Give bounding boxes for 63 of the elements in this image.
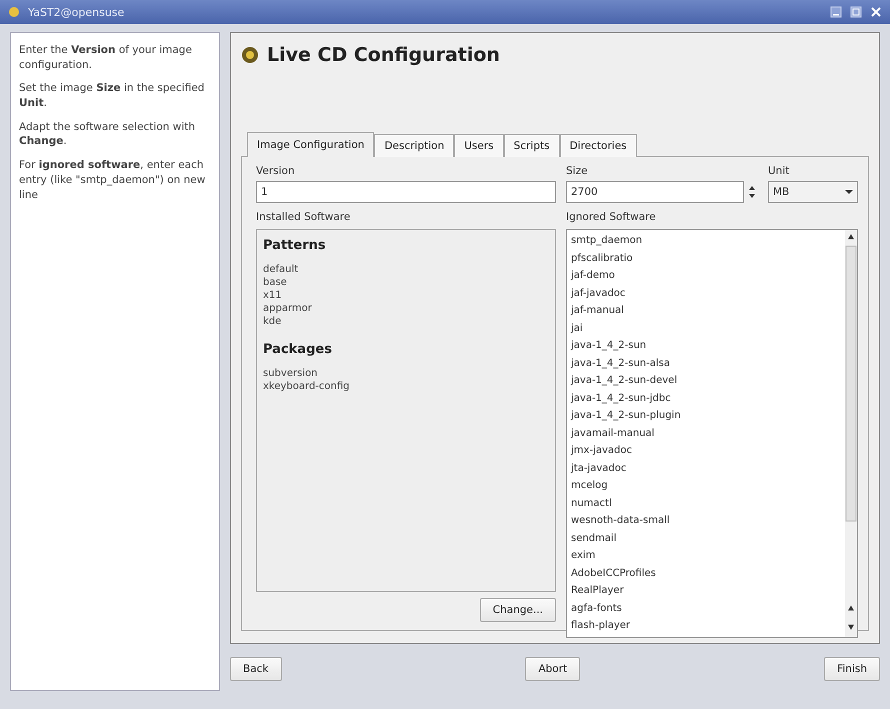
section-title: Patterns	[263, 238, 327, 253]
close-icon[interactable]	[870, 6, 882, 18]
window-title: YaST2@opensuse	[28, 6, 126, 18]
maximize-icon[interactable]	[850, 6, 862, 18]
help-text: Adapt the software selection with Change.	[19, 120, 196, 150]
software-item: wesnoth-data-small	[571, 514, 671, 528]
software-item: base	[263, 276, 288, 289]
version-field[interactable]: 1	[256, 181, 556, 203]
page-heading: Live CD Configuration	[267, 44, 500, 66]
software-item: java-1_4_2-sun-plugin	[571, 409, 682, 423]
software-item: java-1_4_2-sun	[571, 339, 648, 353]
tab[interactable]: Directories	[560, 134, 637, 157]
help-text: For ignored software, enter each entry (like "smtp_daemon") on new line	[19, 158, 206, 202]
tab[interactable]: Users	[454, 134, 504, 157]
tab[interactable]: Image Configuration	[247, 132, 374, 157]
field-label: Unit	[768, 165, 790, 177]
software-item: xkeyboard-config	[263, 380, 351, 393]
ignored-software-field[interactable]	[566, 229, 858, 638]
software-item: numactl	[571, 496, 613, 510]
software-item: AdobeICCProfiles	[571, 566, 657, 580]
app-icon	[8, 6, 20, 18]
section-label: Installed Software	[256, 211, 352, 223]
software-item: RealPlayer	[571, 584, 625, 598]
software-item: javamail-manual	[571, 426, 656, 440]
software-item: jai	[571, 322, 584, 336]
field-label: Version	[256, 165, 296, 177]
software-item: default	[263, 263, 300, 276]
minimize-icon[interactable]	[830, 6, 842, 18]
software-item: java-1_4_2-sun-alsa	[571, 356, 671, 370]
size-field[interactable]: 2700	[566, 181, 744, 203]
software-item: jaf-manual	[571, 304, 625, 318]
software-item: pfscalibratio	[571, 252, 634, 266]
software-item: exim	[571, 549, 596, 563]
scrollbar[interactable]	[845, 230, 857, 637]
tab[interactable]: Description	[374, 134, 454, 157]
help-text: Set the image Size in the specified Unit.	[19, 81, 206, 111]
change-button[interactable]: Change...	[480, 598, 556, 622]
back-button[interactable]: Back	[230, 657, 282, 681]
software-item: x11	[263, 289, 283, 302]
section-title: Packages	[263, 342, 333, 357]
software-item: jta-javadoc	[571, 462, 628, 476]
section-label: Ignored Software	[566, 211, 657, 223]
help-text: Enter the Version of your image configuration.	[19, 43, 193, 72]
unit-dropdown[interactable]: MB	[768, 181, 858, 203]
software-item: sendmail	[571, 532, 618, 546]
caret-icon	[845, 189, 853, 195]
software-item: jaf-javadoc	[571, 286, 626, 300]
tab[interactable]: Scripts	[504, 134, 560, 157]
field-label: Size	[566, 165, 589, 177]
software-item: jmx-javadoc	[571, 444, 633, 458]
software-item: java-1_4_2-sun-devel	[571, 374, 678, 388]
software-item: agfa-fonts	[571, 602, 623, 616]
software-item: kde	[263, 315, 282, 328]
software-item: java-1_4_2-sun-jdbc	[571, 392, 672, 406]
software-item: apparmor	[263, 302, 313, 315]
software-item: smtp_daemon	[571, 234, 644, 248]
software-item: mcelog	[571, 479, 609, 493]
disc-icon	[241, 46, 259, 64]
abort-button[interactable]: Abort	[525, 657, 580, 681]
finish-button[interactable]: Finish	[824, 657, 880, 681]
software-item: flash-player	[571, 619, 632, 633]
software-item: jaf-demo	[571, 269, 616, 283]
software-item: subversion	[263, 367, 319, 380]
